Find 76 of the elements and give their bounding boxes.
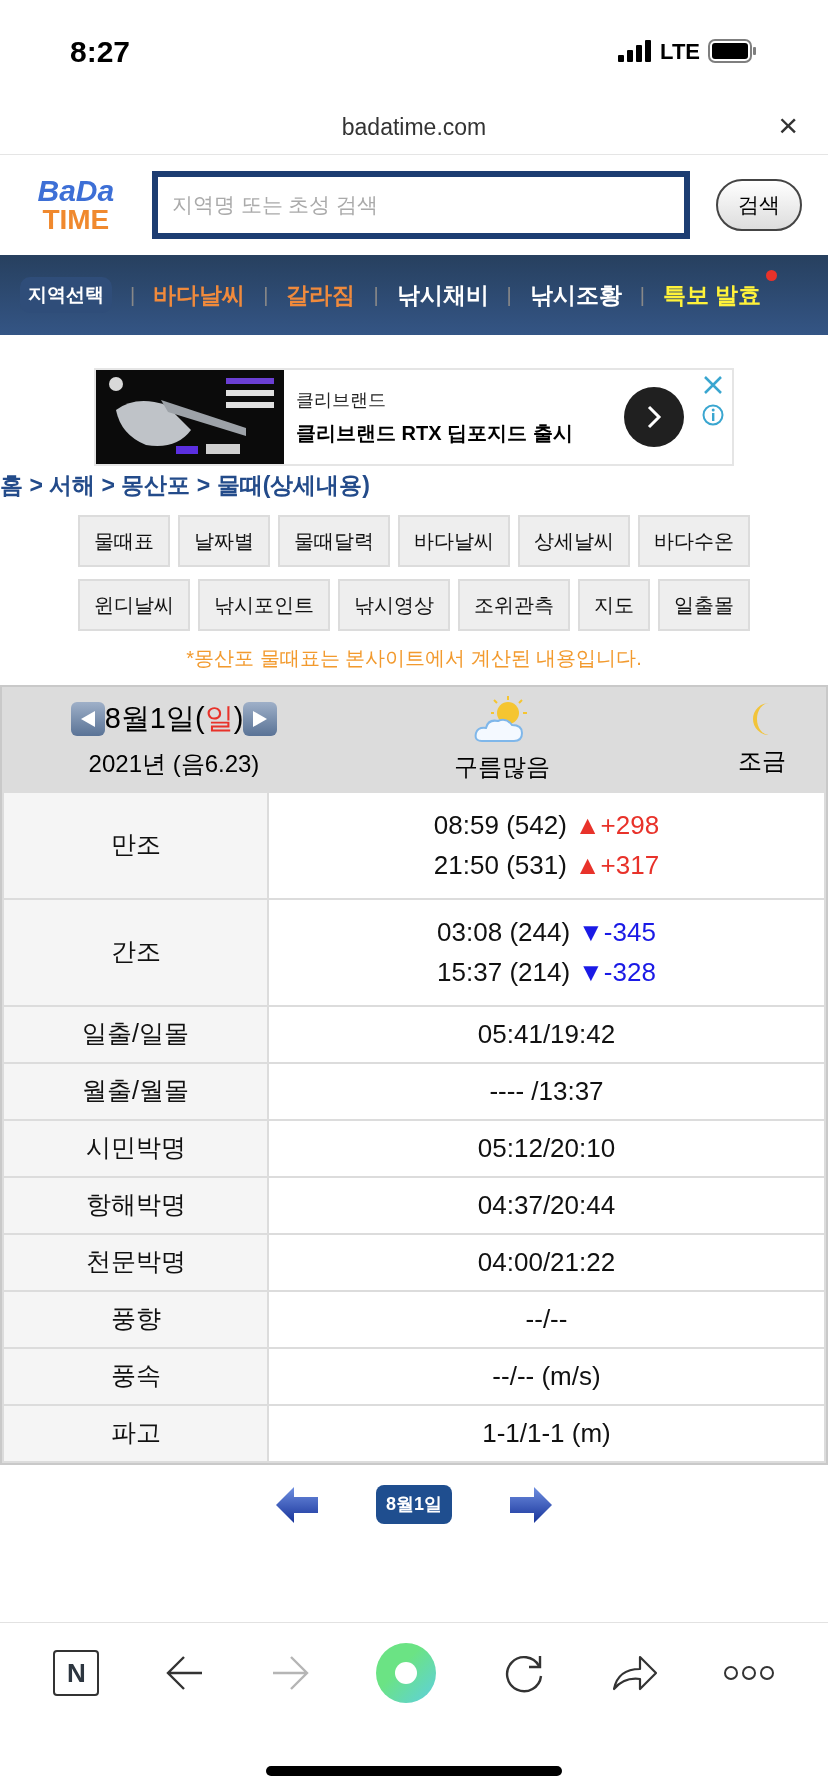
ad-advertiser: 클리브랜드 xyxy=(296,388,387,412)
row-value: --/-- (m/s) xyxy=(269,1348,824,1404)
current-date-badge: 8월1일 xyxy=(376,1485,452,1524)
row-label: 일출/일몰 xyxy=(4,1006,267,1062)
tide-change: ▲+317 xyxy=(574,849,660,882)
nav-link[interactable]: 갈라짐 xyxy=(286,281,356,308)
menu-button[interactable]: 물때표 xyxy=(78,514,170,567)
row-label: 시민박명 xyxy=(4,1120,267,1176)
breadcrumb: 홈 > 서해 > 몽산포 > 물때(상세내용) xyxy=(0,472,370,498)
menu-button[interactable]: 낚시영상 xyxy=(338,578,450,631)
status-time: 8:27 xyxy=(70,33,131,70)
tide-phase-label: 조금 xyxy=(738,745,786,776)
menu-button[interactable]: 상세날씨 xyxy=(518,514,630,567)
row-value: 04:00/21:22 xyxy=(269,1234,824,1290)
site-logo[interactable]: BaDa TIME xyxy=(26,176,126,234)
tide-change: ▼-328 xyxy=(578,956,656,989)
notice-text: *몽산포 물때표는 본사이트에서 계산된 내용입니다. xyxy=(186,645,642,671)
nav-link[interactable]: 특보 발효 xyxy=(663,281,762,308)
nav-link[interactable]: 낚시채비 xyxy=(396,281,489,308)
weather-label: 구름많음 xyxy=(454,751,550,782)
network-label: LTE xyxy=(660,37,700,66)
row-value: ---- /13:37 xyxy=(269,1063,824,1119)
next-day-button[interactable] xyxy=(243,701,278,736)
menu-button[interactable]: 낚시포인트 xyxy=(198,578,330,631)
nav-separator: | xyxy=(129,283,137,308)
row-value: 04:37/20:44 xyxy=(269,1177,824,1233)
tide-change: ▼-345 xyxy=(578,916,656,949)
menu-button[interactable]: 지도 xyxy=(578,578,650,631)
url-text: badatime.com xyxy=(341,112,487,142)
search-button[interactable]: 검색 xyxy=(716,179,802,231)
menu-button[interactable]: 날짜별 xyxy=(178,514,270,567)
nav-separator: | xyxy=(262,283,270,308)
menu-button[interactable]: 물때달력 xyxy=(278,514,390,567)
menu-button[interactable]: 윈디날씨 xyxy=(78,578,190,631)
row-value: --/-- xyxy=(269,1291,824,1347)
row-label: 파고 xyxy=(4,1405,267,1461)
menu-button[interactable]: 바다수온 xyxy=(638,514,750,567)
search-field[interactable]: 지역명 또는 초성 검색 xyxy=(151,171,691,239)
menu-button[interactable]: 바다날씨 xyxy=(398,514,510,567)
close-button[interactable]: × xyxy=(778,108,798,142)
row-label: 월출/월몰 xyxy=(4,1063,267,1119)
home-button[interactable]: N xyxy=(53,1650,100,1696)
ad-next-button[interactable] xyxy=(624,387,684,447)
nav-separator: | xyxy=(505,283,513,308)
tide-change: ▲+298 xyxy=(574,809,660,842)
tide-time: 15:37 (214) xyxy=(437,956,571,989)
menu-button[interactable]: 조위관측 xyxy=(458,578,570,631)
row-label: 만조 xyxy=(4,792,267,898)
year-lunar-date: 2021년 (음6.23) xyxy=(88,749,260,780)
next-arrow-button[interactable] xyxy=(508,1484,554,1525)
row-label: 풍향 xyxy=(4,1291,267,1347)
ad-headline[interactable]: 클리브랜드 RTX 딥포지드 출시 xyxy=(296,417,573,448)
row-value: 1-1/1-1 (m) xyxy=(269,1405,824,1461)
row-label: 풍속 xyxy=(4,1348,267,1404)
row-label: 항해박명 xyxy=(4,1177,267,1233)
signal-icon xyxy=(618,40,653,62)
back-arrow-icon[interactable] xyxy=(166,1655,205,1691)
tide-time: 21:50 (531) xyxy=(433,849,567,882)
row-label: 간조 xyxy=(4,899,267,1005)
share-icon[interactable] xyxy=(611,1653,658,1693)
row-value: 05:41/19:42 xyxy=(269,1006,824,1062)
nav-separator: | xyxy=(638,283,646,308)
battery-icon xyxy=(708,39,758,63)
tide-time: 03:08 (244) xyxy=(437,916,571,949)
previous-day-button[interactable] xyxy=(70,701,105,736)
menu-button[interactable]: 일출몰 xyxy=(658,578,750,631)
more-icon[interactable] xyxy=(724,1665,775,1681)
info-icon[interactable] xyxy=(702,404,724,426)
tide-time: 08:59 (542) xyxy=(433,809,567,842)
nav-link[interactable]: 바다날씨 xyxy=(153,281,246,308)
date-label: 8월1일(일) xyxy=(104,700,244,736)
row-value: 05:12/20:10 xyxy=(269,1120,824,1176)
nav-separator: | xyxy=(372,283,380,308)
row-label: 천문박명 xyxy=(4,1234,267,1290)
nav-link[interactable]: 낚시조황 xyxy=(529,281,622,308)
close-icon[interactable] xyxy=(702,374,724,396)
